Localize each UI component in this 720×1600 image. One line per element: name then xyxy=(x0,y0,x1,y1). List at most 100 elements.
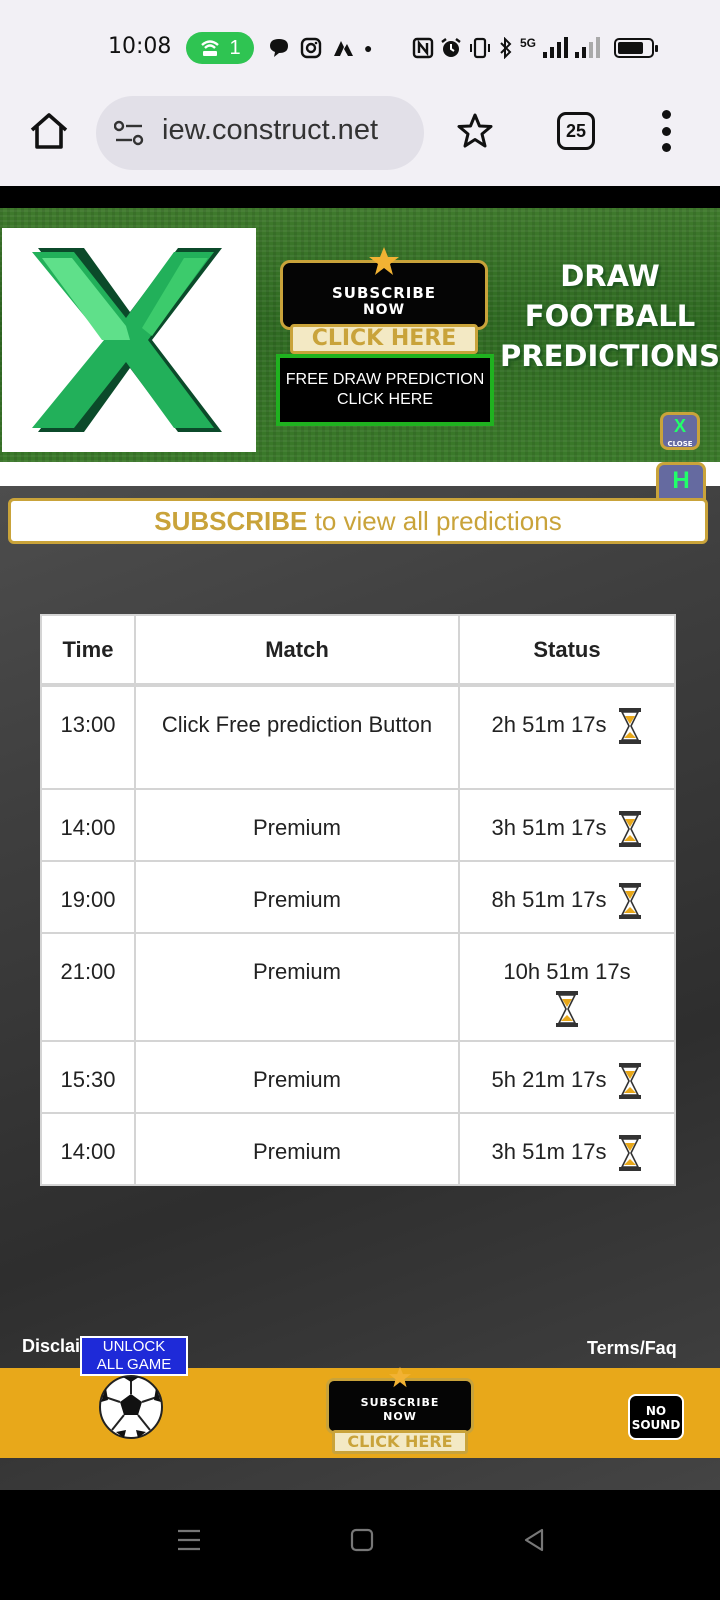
countdown: 3h 51m 17s xyxy=(491,815,607,840)
hourglass-icon xyxy=(619,811,642,848)
hourglass-icon xyxy=(619,1135,642,1172)
tab-switcher-button[interactable]: 25 xyxy=(557,112,595,150)
subscribe-click-label: CLICK HERE xyxy=(290,324,478,354)
hourglass-icon xyxy=(619,1063,642,1100)
cell-time: 14:00 xyxy=(40,788,136,862)
arrow-app-icon xyxy=(334,41,353,56)
cell-match: Premium xyxy=(134,932,460,1042)
header-banner: SUBSCRIBE NOW CLICK HERE FREE DRAW PREDI… xyxy=(0,208,720,462)
no-sound-button[interactable]: NO SOUND xyxy=(628,1394,684,1440)
bluetooth-icon xyxy=(500,37,512,59)
table-row: 13:00 Click Free prediction Button 2h 51… xyxy=(40,684,676,790)
close-button[interactable]: X CLOSE xyxy=(660,412,700,450)
cell-match: Premium xyxy=(134,860,460,934)
banner-title-line3: PREDICTIONS xyxy=(500,339,720,373)
subscribe-line2: NOW xyxy=(362,302,406,318)
subscribe-bottom-line1: SUBSCRIBE xyxy=(360,1396,440,1409)
home-icon[interactable] xyxy=(28,110,70,152)
system-icons: 5G xyxy=(412,30,659,66)
subscribe-bottom-click: CLICK HERE xyxy=(332,1430,468,1454)
unlock-line2: ALL GAME xyxy=(96,1356,172,1373)
table-row: 21:00 Premium 10h 51m 17s xyxy=(40,932,676,1042)
network-label: 5G xyxy=(520,36,537,50)
cell-status: 3h 51m 17s xyxy=(458,788,676,862)
system-nav-bar xyxy=(0,1490,720,1600)
cell-time: 21:00 xyxy=(40,932,136,1042)
site-settings-icon[interactable] xyxy=(114,120,144,146)
header-time: Time xyxy=(40,614,136,686)
free-draw-prediction-button[interactable]: FREE DRAW PREDICTION CLICK HERE xyxy=(276,354,494,426)
more-menu-icon[interactable] xyxy=(660,110,672,152)
soccer-ball-icon[interactable] xyxy=(98,1374,164,1440)
countdown: 2h 51m 17s xyxy=(491,712,607,737)
subscribe-prompt-bar[interactable]: SUBSCRIBE to view all predictions xyxy=(8,498,708,544)
free-line2: CLICK HERE xyxy=(336,391,434,408)
banner-title-line2: FOOTBALL xyxy=(524,299,696,333)
table-row: 14:00 Premium 3h 51m 17s xyxy=(40,1112,676,1186)
subscribe-prompt-rest: to view all predictions xyxy=(307,506,562,536)
countdown: 10h 51m 17s xyxy=(503,959,631,984)
nav-home-icon[interactable] xyxy=(350,1528,374,1552)
cell-match: Premium xyxy=(134,1040,460,1114)
table-header-row: Time Match Status xyxy=(40,614,676,686)
subscribe-now-bottom-button[interactable]: SUBSCRIBE NOW CLICK HERE xyxy=(326,1366,474,1454)
top-divider xyxy=(0,186,720,208)
signal-icon xyxy=(543,37,569,58)
cell-time: 15:30 xyxy=(40,1040,136,1114)
banner-title: DRAW FOOTBALL PREDICTIONS xyxy=(500,256,720,376)
recents-menu-icon[interactable] xyxy=(176,1528,202,1552)
hotspot-count: 1 xyxy=(229,36,241,59)
countdown: 3h 51m 17s xyxy=(491,1139,607,1164)
countdown: 8h 51m 17s xyxy=(491,887,607,912)
nfc-icon xyxy=(412,37,434,59)
cell-time: 19:00 xyxy=(40,860,136,934)
page-content: SUBSCRIBE NOW CLICK HERE FREE DRAW PREDI… xyxy=(0,186,720,1490)
browser-toolbar: iew.construct.net 25 xyxy=(0,96,720,186)
cell-match: Premium xyxy=(134,1112,460,1186)
cell-status: 2h 51m 17s xyxy=(458,684,676,790)
cell-match: Premium xyxy=(134,788,460,862)
subscribe-now-button[interactable]: SUBSCRIBE NOW CLICK HERE xyxy=(280,247,488,354)
url-text[interactable]: iew.construct.net xyxy=(162,114,378,147)
cell-status: 8h 51m 17s xyxy=(458,860,676,934)
hourglass-icon xyxy=(619,708,642,745)
battery-icon xyxy=(614,38,659,58)
url-bar[interactable]: iew.construct.net xyxy=(96,96,424,170)
status-time: 10:08 xyxy=(108,34,172,59)
bookmark-star-icon[interactable] xyxy=(456,112,494,150)
close-icon: X xyxy=(673,416,686,436)
dot-icon: ● xyxy=(364,40,373,56)
table-row: 14:00 Premium 3h 51m 17s xyxy=(40,788,676,862)
terms-faq-link[interactable]: Terms/Faq xyxy=(587,1338,677,1359)
unlock-all-game-button[interactable]: UNLOCK ALL GAME xyxy=(80,1336,188,1376)
white-band xyxy=(0,462,720,486)
unlock-line1: UNLOCK xyxy=(102,1338,166,1355)
table-row: 15:30 Premium 5h 21m 17s xyxy=(40,1040,676,1114)
cell-status: 3h 51m 17s xyxy=(458,1112,676,1186)
cell-status: 10h 51m 17s xyxy=(458,932,676,1042)
predictions-table: Time Match Status 13:00 Click Free predi… xyxy=(40,614,676,1186)
close-caption: CLOSE xyxy=(667,440,693,448)
banner-title-line1: DRAW xyxy=(560,259,660,293)
subscribe-line1: SUBSCRIBE xyxy=(331,284,437,302)
cell-status: 5h 21m 17s xyxy=(458,1040,676,1114)
x-logo-icon xyxy=(32,248,222,432)
subscribe-bottom-line2: NOW xyxy=(383,1410,417,1423)
alarm-icon xyxy=(441,38,461,57)
cell-time: 14:00 xyxy=(40,1112,136,1186)
header-status: Status xyxy=(458,614,676,686)
table-row: 19:00 Premium 8h 51m 17s xyxy=(40,860,676,934)
cell-match[interactable]: Click Free prediction Button xyxy=(134,684,460,790)
chat-icon xyxy=(270,39,288,57)
home-icon-letter: H xyxy=(672,467,690,494)
signal-icon-2 xyxy=(575,37,601,58)
star-icon xyxy=(369,247,399,275)
nav-back-icon[interactable] xyxy=(522,1528,546,1552)
status-bar: 10:08 1 ● 5G xyxy=(0,0,720,96)
hotspot-icon xyxy=(201,40,220,56)
hotspot-badge: 1 xyxy=(186,32,254,64)
cell-time: 13:00 xyxy=(40,684,136,790)
instagram-icon xyxy=(300,37,322,59)
star-icon xyxy=(389,1366,411,1388)
logo xyxy=(2,228,256,452)
